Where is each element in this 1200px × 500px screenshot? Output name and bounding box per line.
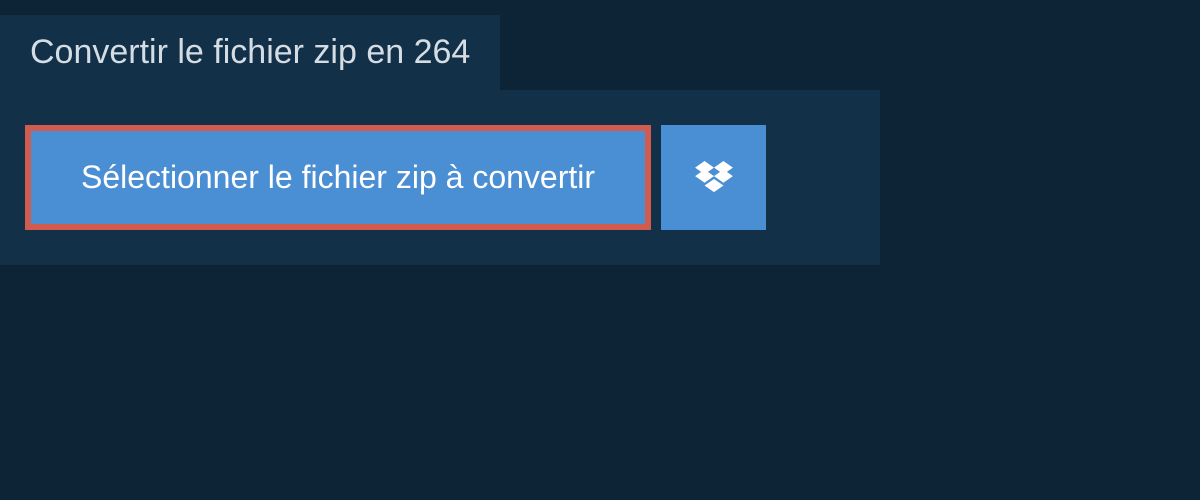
tab-container: Convertir le fichier zip en 264 [0, 0, 1200, 90]
dropbox-icon [695, 161, 733, 195]
tab-convert[interactable]: Convertir le fichier zip en 264 [0, 15, 500, 90]
tab-title: Convertir le fichier zip en 264 [30, 33, 470, 71]
select-file-label: Sélectionner le fichier zip à convertir [81, 159, 595, 196]
button-row: Sélectionner le fichier zip à convertir [25, 125, 855, 230]
select-file-button[interactable]: Sélectionner le fichier zip à convertir [25, 125, 651, 230]
dropbox-button[interactable] [661, 125, 766, 230]
main-panel: Sélectionner le fichier zip à convertir [0, 90, 880, 265]
